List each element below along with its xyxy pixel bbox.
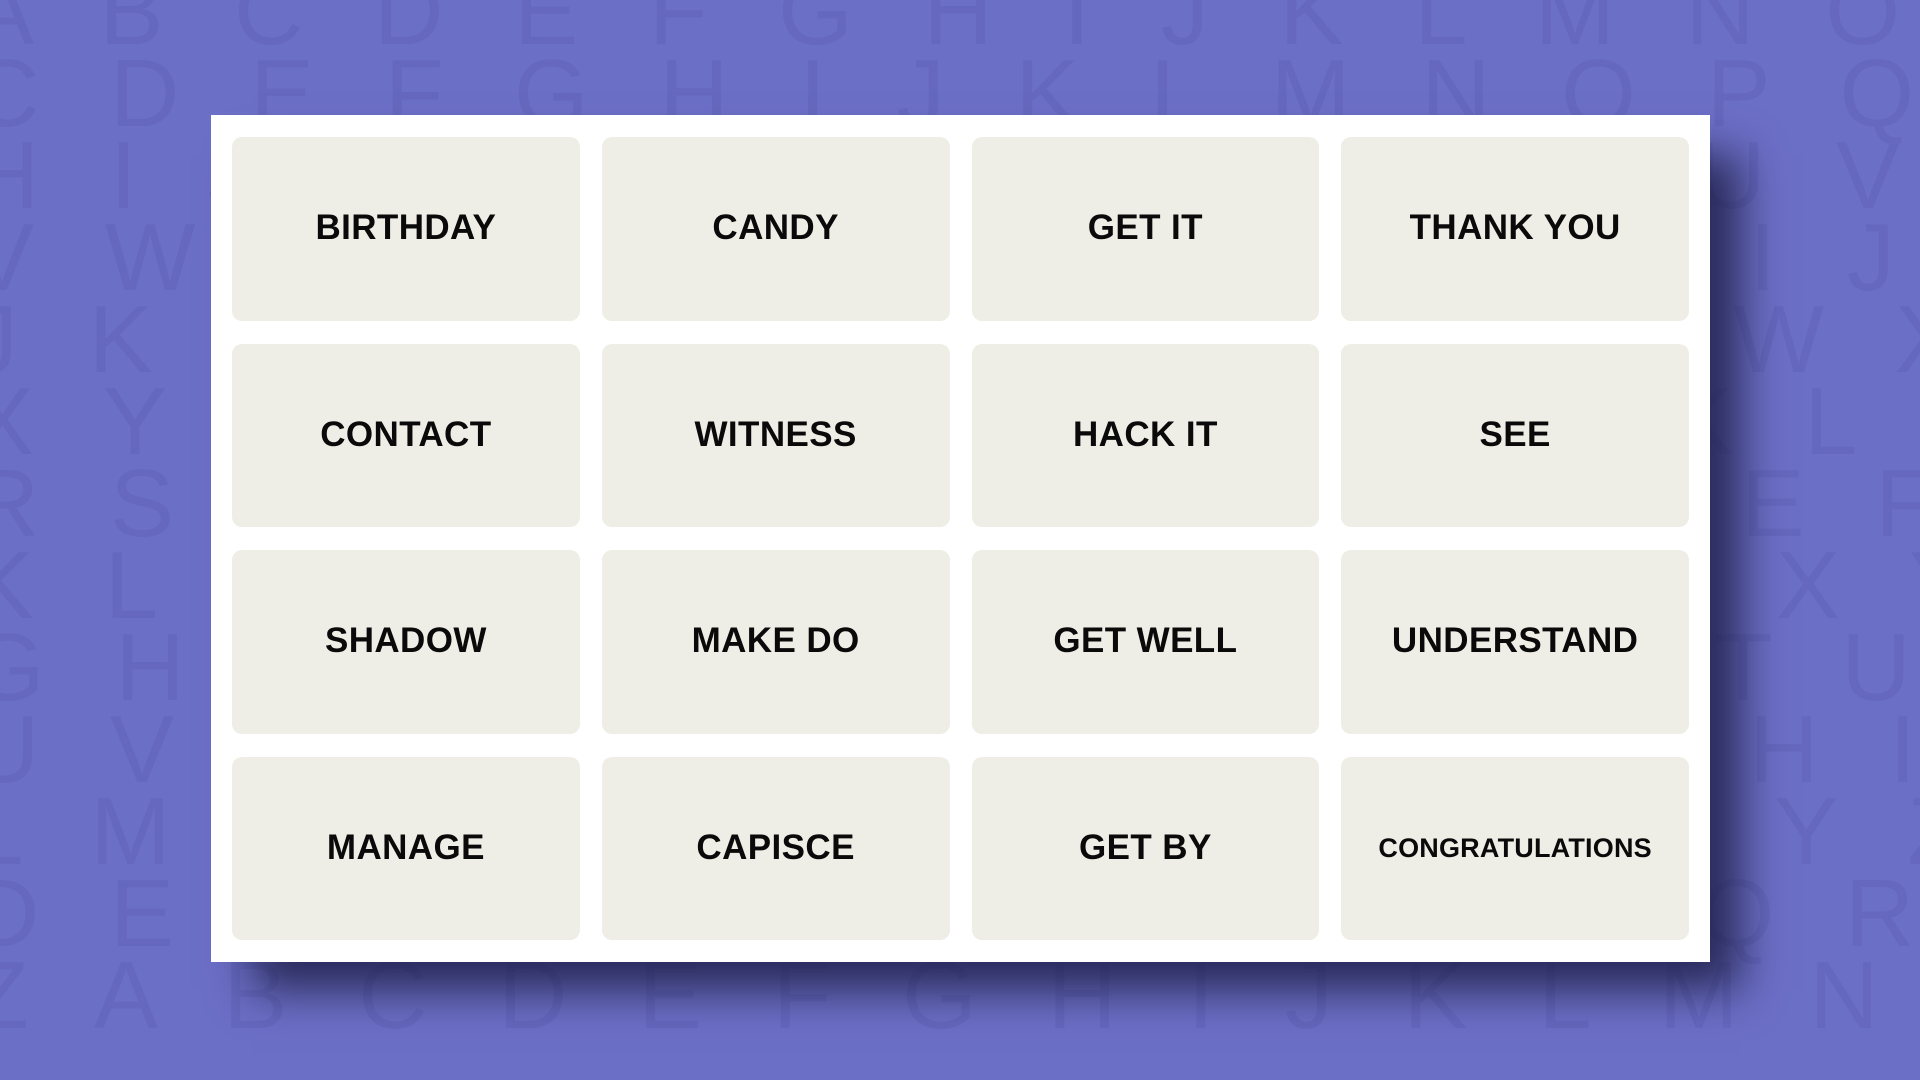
word-tile[interactable]: CONGRATULATIONS — [1341, 756, 1689, 940]
puzzle-board-card: BIRTHDAY CANDY GET IT THANK YOU CONTACT WITNE… — [211, 115, 1710, 962]
word-tile[interactable]: THANK YOU — [1341, 137, 1689, 321]
word-tile[interactable]: GET WELL — [971, 550, 1320, 734]
word-tile-label: HACK IT — [1073, 414, 1218, 454]
puzzle-screen: A B C D E F G H I J K L M N O P Q R S T … — [0, 0, 1920, 1080]
word-tile-label: UNDERSTAND — [1391, 621, 1639, 661]
word-tile-label: GET BY — [1079, 827, 1212, 867]
word-tile[interactable]: CONTACT — [232, 343, 580, 527]
background-letter-row: A B C D E F G H I J K L M N O P Q R S T … — [0, 0, 1920, 65]
word-tile-label: GET IT — [1087, 208, 1203, 248]
word-tile-label: SEE — [1479, 414, 1551, 454]
word-tile[interactable]: WITNESS — [601, 343, 950, 527]
word-tile-label: BIRTHDAY — [315, 208, 497, 248]
word-tile[interactable]: SEE — [1341, 343, 1689, 527]
word-tile[interactable]: MANAGE — [232, 756, 580, 940]
background-letter-row: Z A B C D E F G H I J K L M N O P Q R S … — [0, 942, 1920, 1049]
word-tile-label: CANDY — [712, 208, 839, 248]
word-tile-label: CAPISCE — [696, 827, 855, 867]
word-tile[interactable]: UNDERSTAND — [1341, 550, 1689, 734]
word-tile-label: CONTACT — [320, 414, 492, 454]
word-tile-label: GET WELL — [1053, 621, 1238, 661]
word-tile-label: MAKE DO — [691, 621, 860, 661]
word-tile[interactable]: SHADOW — [232, 550, 580, 734]
word-tile-label: THANK YOU — [1409, 208, 1621, 248]
word-tile-label: WITNESS — [694, 414, 857, 454]
word-tile-grid: BIRTHDAY CANDY GET IT THANK YOU CONTACT WITNE… — [232, 137, 1689, 940]
word-tile-label: CONGRATULATIONS — [1378, 833, 1652, 864]
word-tile[interactable]: CANDY — [601, 137, 950, 321]
word-tile[interactable]: MAKE DO — [601, 550, 950, 734]
word-tile[interactable]: GET IT — [971, 137, 1320, 321]
word-tile[interactable]: GET BY — [971, 756, 1320, 940]
word-tile[interactable]: BIRTHDAY — [232, 137, 580, 321]
word-tile[interactable]: CAPISCE — [601, 756, 950, 940]
word-tile-label: SHADOW — [324, 621, 487, 661]
word-tile-label: MANAGE — [326, 827, 485, 867]
word-tile[interactable]: HACK IT — [971, 343, 1320, 527]
